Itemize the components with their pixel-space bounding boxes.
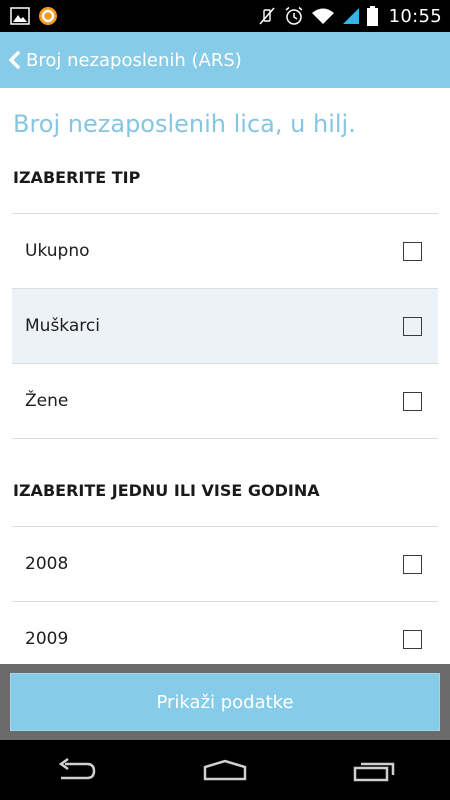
footer-action-area: Prikaži podatke — [0, 664, 450, 740]
checkbox[interactable] — [403, 317, 422, 336]
home-icon — [201, 759, 249, 781]
list-item-ukupno[interactable]: Ukupno — [12, 214, 438, 289]
list-item-label: Muškarci — [25, 316, 100, 336]
list-item-2009[interactable]: 2009 — [12, 602, 438, 664]
list-item-label: Žene — [25, 391, 69, 411]
app-screen: 10:55 Broj nezaposlenih (ARS) Broj nezap… — [0, 0, 450, 800]
nav-back-button[interactable] — [30, 740, 120, 800]
app-notification-icon — [38, 6, 58, 26]
gallery-icon — [10, 7, 30, 25]
signal-icon — [342, 7, 360, 25]
nav-recent-apps-button[interactable] — [330, 740, 420, 800]
wifi-icon — [311, 7, 335, 25]
year-section-label: IZABERITE JEDNU ILI VISE GODINA — [13, 481, 320, 500]
battery-icon — [366, 6, 378, 26]
chevron-left-icon — [8, 51, 20, 69]
back-button[interactable] — [0, 32, 26, 88]
show-data-button[interactable]: Prikaži podatke — [10, 673, 440, 731]
checkbox[interactable] — [403, 392, 422, 411]
year-list: 2008 2009 — [12, 526, 438, 664]
page-title: Broj nezaposlenih lica, u hilj. — [13, 110, 356, 138]
back-icon — [53, 758, 97, 782]
list-item-label: 2008 — [25, 554, 69, 574]
checkbox[interactable] — [403, 242, 422, 261]
list-item-label: 2009 — [25, 629, 69, 649]
list-item-2008[interactable]: 2008 — [12, 527, 438, 602]
action-bar: Broj nezaposlenih (ARS) — [0, 32, 450, 88]
checkbox[interactable] — [403, 555, 422, 574]
list-item-label: Ukupno — [25, 241, 90, 261]
status-time: 10:55 — [388, 5, 442, 27]
alarm-icon — [284, 6, 304, 26]
nav-home-button[interactable] — [180, 740, 270, 800]
mute-icon — [257, 6, 277, 26]
list-item-muskarci[interactable]: Muškarci — [12, 289, 438, 364]
action-bar-title: Broj nezaposlenih (ARS) — [26, 49, 242, 71]
checkbox[interactable] — [403, 630, 422, 649]
type-section-label: IZABERITE TIP — [13, 168, 141, 187]
navigation-bar — [0, 740, 450, 800]
list-item-zene[interactable]: Žene — [12, 364, 438, 439]
recent-apps-icon — [353, 758, 397, 782]
main-content[interactable]: Broj nezaposlenih lica, u hilj. IZABERIT… — [0, 88, 450, 664]
type-list: Ukupno Muškarci Žene — [12, 213, 438, 439]
status-bar: 10:55 — [0, 0, 450, 32]
